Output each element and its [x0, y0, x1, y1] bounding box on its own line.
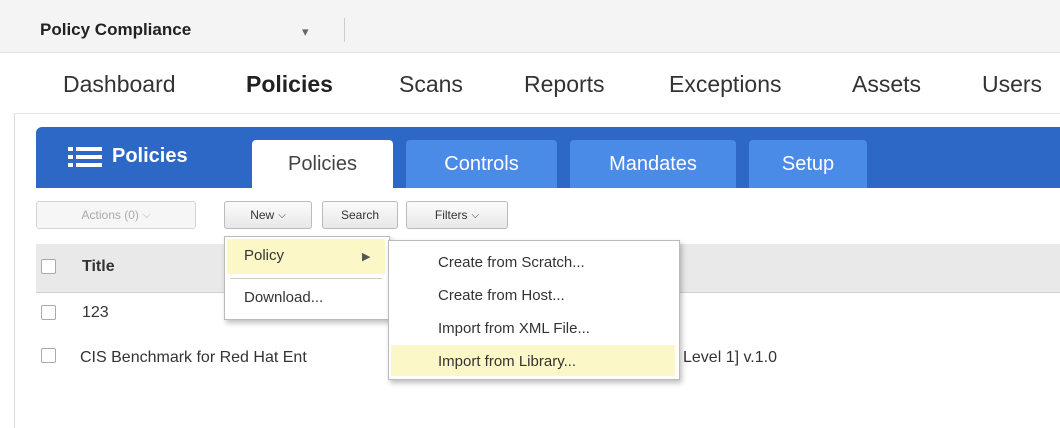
search-label: Search	[340, 208, 380, 222]
app-selector-chevron-icon[interactable]: ▾	[302, 24, 309, 40]
tab-policies[interactable]: Policies	[252, 140, 393, 188]
column-title-header[interactable]: Title	[82, 258, 115, 276]
chevron-down-icon: ⌵	[278, 209, 286, 221]
nav-users[interactable]: Users	[982, 71, 1042, 98]
list-icon	[68, 146, 102, 167]
table-row-title[interactable]: 123	[82, 304, 109, 322]
select-all-checkbox[interactable]	[41, 259, 56, 274]
search-button[interactable]: Search	[322, 201, 398, 229]
actions-button[interactable]: Actions (0) ⌵	[36, 201, 196, 229]
tab-mandates[interactable]: Mandates	[570, 140, 736, 188]
nav-policies[interactable]: Policies	[246, 71, 333, 98]
filters-button[interactable]: Filters ⌵	[406, 201, 508, 229]
module-title: Policies	[68, 145, 188, 168]
table-row-title-end[interactable]: Level 1] v.1.0	[683, 349, 777, 367]
menu-item-import-from-library[interactable]: Import from Library...	[438, 353, 576, 370]
top-navigation: Dashboard Policies Scans Reports Excepti…	[0, 53, 1060, 113]
nav-dashboard[interactable]: Dashboard	[63, 71, 176, 98]
menu-item-import-from-xml[interactable]: Import from XML File...	[438, 320, 590, 337]
row-checkbox[interactable]	[41, 305, 56, 320]
filters-label: Filters	[434, 208, 468, 222]
menu-item-create-from-host[interactable]: Create from Host...	[438, 287, 565, 304]
module-title-label: Policies	[112, 145, 188, 167]
chevron-down-icon: ⌵	[471, 209, 480, 221]
new-button[interactable]: New ⌵	[224, 201, 312, 229]
tab-controls[interactable]: Controls	[406, 140, 557, 188]
nav-reports[interactable]: Reports	[524, 71, 605, 98]
new-label: New	[250, 208, 275, 222]
menu-item-policy[interactable]: Policy	[244, 247, 284, 264]
nav-assets[interactable]: Assets	[852, 71, 921, 98]
app-bar-divider	[344, 18, 345, 42]
submenu-arrow-icon: ▶	[362, 251, 371, 263]
menu-item-download[interactable]: Download...	[244, 289, 323, 306]
row-checkbox[interactable]	[41, 348, 56, 363]
chevron-down-icon: ⌵	[142, 209, 151, 221]
nav-scans[interactable]: Scans	[399, 71, 463, 98]
menu-separator	[230, 278, 382, 279]
menu-item-create-from-scratch[interactable]: Create from Scratch...	[438, 254, 585, 271]
app-selector-label[interactable]: Policy Compliance	[40, 20, 191, 40]
actions-label: Actions (0)	[81, 208, 139, 222]
table-row-title-start[interactable]: CIS Benchmark for Red Hat Ent	[80, 349, 307, 367]
nav-exceptions[interactable]: Exceptions	[669, 71, 782, 98]
tab-setup[interactable]: Setup	[749, 140, 867, 188]
